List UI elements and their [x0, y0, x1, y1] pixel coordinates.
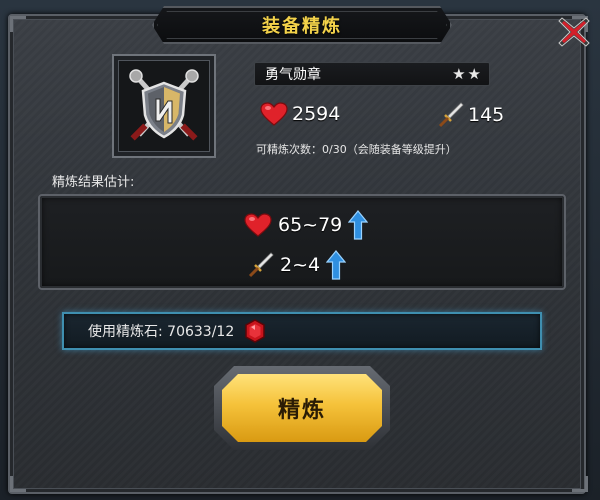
estimate-attack-range: 2~4 — [280, 254, 321, 276]
item-name: 勇气勋章 — [265, 67, 321, 83]
close-x-icon — [558, 17, 590, 47]
attack-stat: 145 — [436, 102, 504, 128]
hp-value: 2594 — [292, 103, 341, 125]
estimate-hp-row: 65~79 — [244, 210, 369, 240]
dialog-title-plate: 装备精炼 — [152, 6, 452, 44]
heart-icon — [260, 102, 288, 126]
refine-stone-bar: 使用精炼石: 70633/12 — [62, 312, 542, 350]
frame-corner — [572, 476, 588, 492]
estimate-label: 精炼结果估计: — [52, 175, 135, 190]
refine-stone-text: 使用精炼石: 70633/12 — [88, 324, 235, 340]
star-icon: ★ — [467, 64, 481, 83]
item-stars: ★ ★ — [452, 64, 481, 83]
estimate-hp-range: 65~79 — [278, 214, 343, 236]
shield-crossed-swords-icon — [129, 69, 199, 141]
refine-count-text: 可精炼次数：0/30（会随装备等级提升） — [256, 143, 457, 156]
hp-stat: 2594 — [260, 102, 340, 126]
arrow-up-icon — [348, 210, 369, 240]
item-icon-frame[interactable] — [112, 54, 216, 158]
refine-button[interactable]: 精炼 — [214, 366, 390, 450]
red-gem-icon — [245, 319, 265, 343]
frame-corner — [10, 476, 26, 492]
dialog-title: 装备精炼 — [262, 16, 342, 37]
refine-button-face: 精炼 — [222, 374, 382, 442]
estimate-box: 65~79 2~4 — [38, 194, 566, 290]
attack-value: 145 — [468, 104, 505, 126]
sword-icon — [248, 252, 274, 278]
estimate-attack-row: 2~4 — [246, 250, 347, 280]
heart-icon — [244, 213, 272, 237]
sword-icon — [438, 102, 464, 128]
item-name-bar: 勇气勋章 ★ ★ — [254, 62, 490, 86]
arrow-up-icon — [326, 250, 347, 280]
close-button[interactable] — [554, 12, 594, 52]
star-icon: ★ — [452, 64, 466, 83]
frame-corner — [10, 16, 26, 32]
refine-button-label: 精炼 — [277, 398, 326, 423]
